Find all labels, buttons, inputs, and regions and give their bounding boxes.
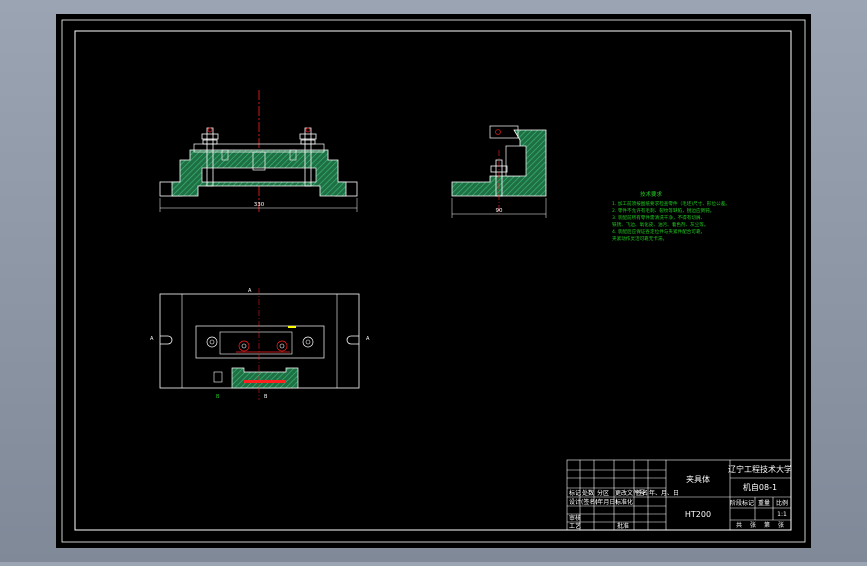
tech-req-line-1: 1. 加工前须按图纸要求检查零件（毛坯)尺寸、形位公差。 [612,200,730,207]
material: HT200 [685,510,711,519]
tech-req-line-3: 3. 装配前所有零件需清洗干净，不得有切屑、 [612,214,705,221]
section-mark-bottom-left: B [216,394,220,400]
tb-r0-c5: 年、月、日 [649,489,679,497]
school-name: 辽宁工程技术大学 [728,464,792,474]
side-slot [505,145,527,177]
tb-r0-c2: 分区 [597,489,609,497]
tech-req-line-4: 铁锈、飞边、氧化皮、油污、着色剂、灰尘等。 [612,221,708,228]
stage-label-3: 比例 [776,499,788,507]
sheet-label-2: 张 [750,521,756,529]
section-mark-left: A [150,336,154,342]
section-mark-right: A [366,336,370,342]
tech-req-line-6: 夹紧动作灵活可靠无卡滞。 [612,235,667,242]
tb-r3-c3: 批准 [617,522,629,530]
part-name: 夹具体 [686,474,710,484]
tb-r1-c3: 标准化 [615,498,633,506]
section-mark-bottom-right: B [264,394,268,400]
stage-label-2: 重量 [758,499,770,507]
tb-r1-c0: 设计 [569,498,581,506]
drawing-sheet [56,14,811,548]
sheet-label-1: 共 [736,521,742,529]
tb-r0-c1: 处数 [582,489,594,497]
stage-label-1: 阶段标记 [730,499,754,507]
tb-r0-c4: 签名 [636,489,648,497]
front-dimension-text: 330 [254,202,265,208]
top-red-strip [244,380,286,383]
tech-req-line-5: 4. 装配后应保证各定位件与夹紧件配合可靠， [612,228,705,235]
tb-r0-c0: 标记 [569,489,581,497]
cad-viewport[interactable]: 330 90 A A A B B 技术要求 1. 加工前须按图纸要求检查零件（毛… [0,0,867,562]
drawing-number: 机自08-1 [743,482,777,492]
tech-req-line-2: 2. 零件不允许有毛刺、裂纹等缺陷，锐边应倒钝。 [612,207,714,214]
section-mark-top: A [248,288,252,294]
tb-r3-c0: 工艺 [569,522,581,530]
sheet-label-3: 第 [764,521,770,529]
side-dimension-text: 90 [496,208,503,214]
scale-value: 1:1 [777,511,787,518]
sheet-label-4: 张 [778,521,784,529]
top-yellow-mark [288,326,296,328]
tech-req-title: 技术要求 [640,190,663,198]
tb-r2-c0: 审核 [569,514,581,522]
